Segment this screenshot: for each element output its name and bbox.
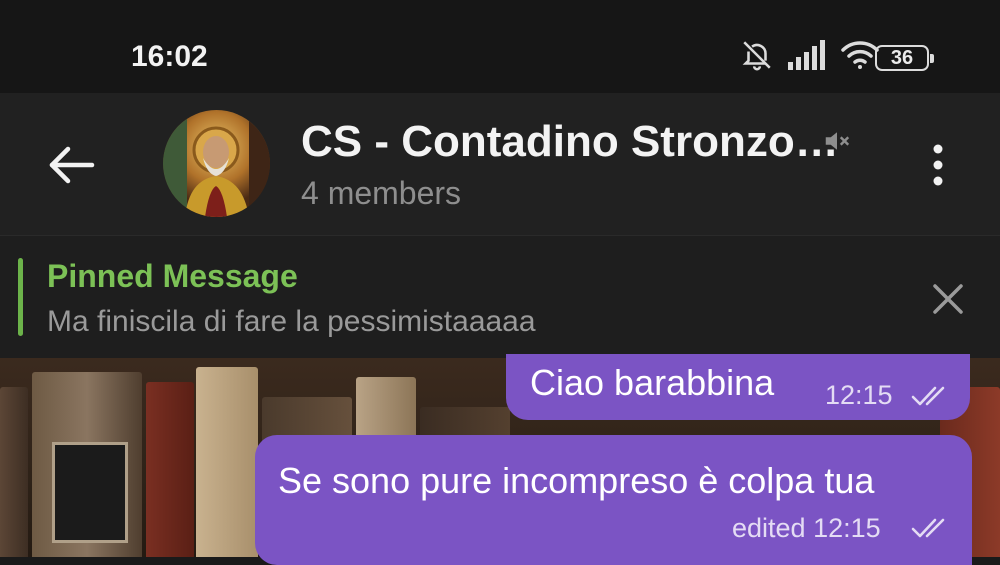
close-icon[interactable]: [930, 281, 966, 317]
message-meta: edited 12:15: [732, 513, 881, 543]
wallpaper-book: [146, 382, 194, 557]
wifi-icon: [841, 41, 879, 69]
members-count: 4 members: [301, 175, 462, 211]
status-icons: [740, 38, 880, 72]
muted-icon: [825, 132, 850, 150]
back-arrow-icon[interactable]: [48, 145, 96, 185]
pinned-message-bar[interactable]: [0, 235, 1000, 359]
pinned-text: Ma finiscila di fare la pessimistaaaaa: [47, 305, 536, 338]
message-text: Ciao barabbina: [530, 362, 775, 403]
double-check-icon: [911, 386, 945, 406]
message-time: 12:15: [825, 380, 893, 410]
wallpaper-book: [0, 387, 28, 557]
signal-icon: [788, 40, 825, 70]
wallpaper-book-label: [52, 442, 128, 543]
status-time: 16:02: [131, 40, 208, 73]
double-check-icon: [911, 518, 945, 538]
battery-icon: 36: [875, 45, 934, 71]
group-avatar[interactable]: [163, 110, 270, 217]
wallpaper-book: [196, 367, 258, 557]
bell-off-icon: [742, 41, 771, 71]
wallpaper-book: [32, 372, 142, 557]
more-vertical-icon[interactable]: [926, 143, 950, 187]
chat-title[interactable]: CS - Contadino Stronzo…: [301, 117, 839, 167]
message-text: Se sono pure incompreso è colpa tua: [278, 460, 875, 501]
pinned-indicator: [18, 258, 23, 336]
pinned-title: Pinned Message: [47, 258, 298, 294]
avatar-image: [163, 110, 270, 217]
